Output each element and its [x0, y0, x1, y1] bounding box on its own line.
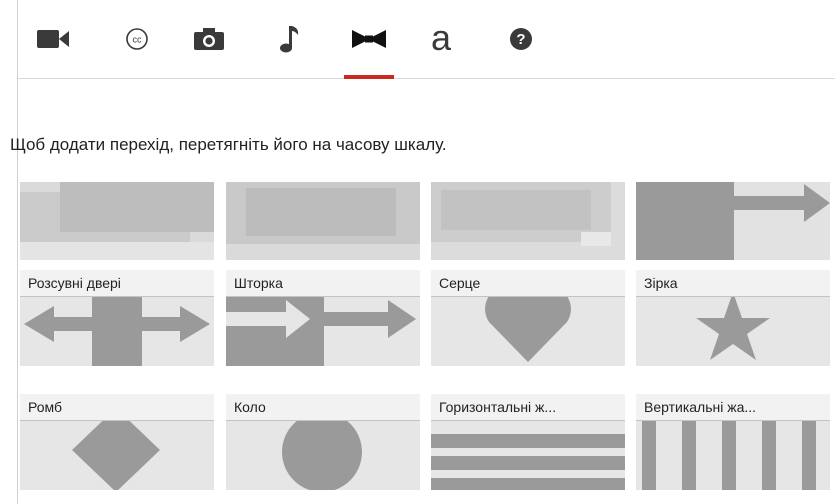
text-tab[interactable]: a	[408, 0, 474, 78]
transitions-tab[interactable]	[336, 0, 402, 79]
tile-label: Зірка	[644, 275, 678, 291]
photo-tab[interactable]	[176, 0, 242, 78]
transition-tile-fade-1[interactable]	[20, 182, 214, 260]
tile-label: Коло	[234, 399, 266, 415]
transitions-bowtie-icon	[352, 30, 386, 48]
transition-tile-curtain[interactable]: Шторка	[226, 270, 420, 366]
text-a-icon: a	[431, 22, 452, 56]
svg-text:a: a	[431, 22, 452, 56]
tile-label: Серце	[439, 275, 481, 291]
transition-tile-vertical-blinds[interactable]: Вертикальні жа...	[636, 394, 830, 490]
help-icon: ?	[510, 28, 532, 50]
photo-camera-icon	[194, 28, 224, 50]
transition-preview	[20, 182, 214, 260]
video-camera-icon	[37, 30, 69, 48]
transition-tile-circle[interactable]: Коло	[226, 394, 420, 490]
transition-tile-fade-2[interactable]	[226, 182, 420, 260]
transition-tile-star[interactable]: Зірка	[636, 270, 830, 366]
transition-preview	[431, 182, 625, 260]
transition-tile-fade-3[interactable]	[431, 182, 625, 260]
transition-tile-push[interactable]	[636, 182, 830, 260]
transition-tile-horizontal-blinds[interactable]: Горизонтальні ж...	[431, 394, 625, 490]
tile-label: Шторка	[234, 275, 283, 291]
tile-label: Ромб	[28, 399, 62, 415]
captions-tab[interactable]: cc	[104, 0, 170, 78]
closed-captions-icon: cc	[126, 28, 148, 50]
help-tab[interactable]: ?	[488, 0, 554, 78]
svg-text:cc: cc	[133, 35, 143, 45]
audio-tab[interactable]	[256, 0, 322, 78]
tile-label: Горизонтальні ж...	[439, 399, 557, 415]
tile-label: Вертикальні жа...	[644, 399, 757, 415]
instruction-text: Щоб додати перехід, перетягніть його на …	[10, 135, 447, 154]
tile-label: Розсувні двері	[28, 275, 121, 291]
svg-text:?: ?	[516, 31, 525, 48]
transition-tile-sliding-doors[interactable]: Розсувні двері	[20, 270, 214, 366]
media-toolbar: cc a ?	[18, 0, 835, 79]
transition-tile-rhombus[interactable]: Ромб	[20, 394, 214, 490]
transition-preview	[636, 182, 830, 260]
transition-tile-heart[interactable]: Серце	[431, 270, 625, 366]
video-tab[interactable]	[20, 0, 86, 78]
music-note-icon	[280, 26, 299, 53]
transition-preview	[226, 182, 420, 260]
